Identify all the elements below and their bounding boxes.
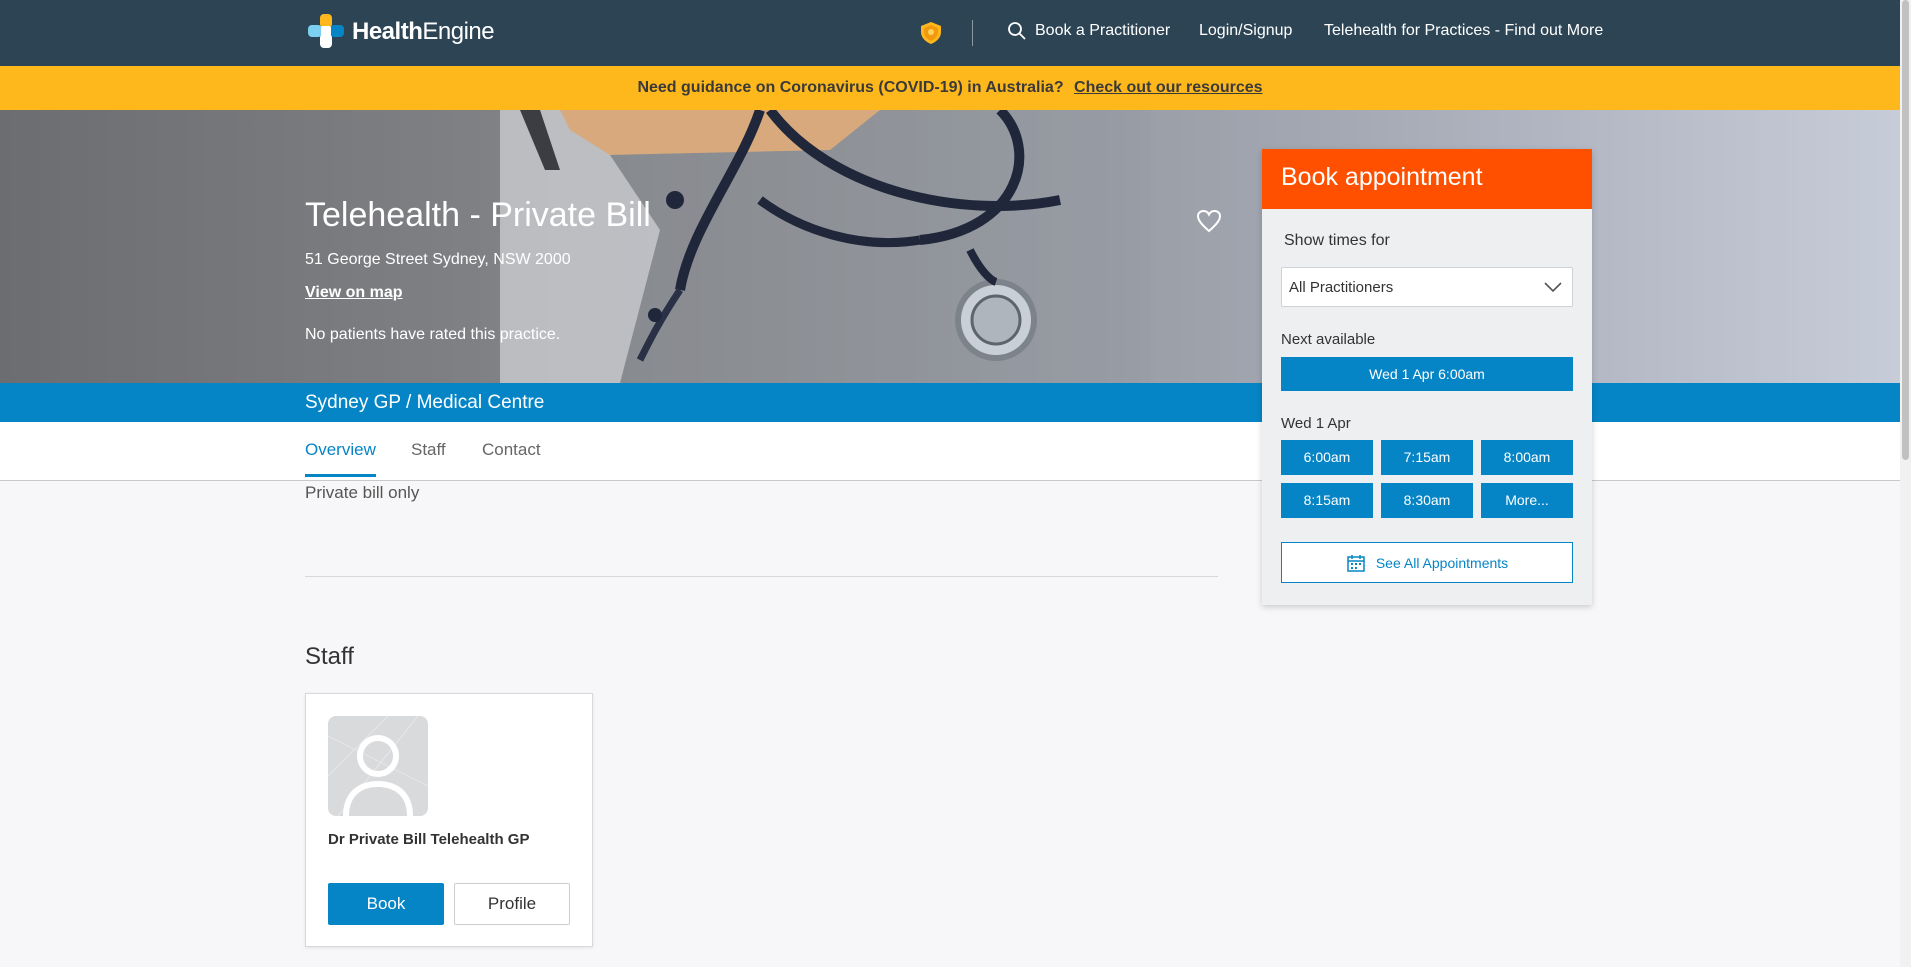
show-times-label: Show times for [1284,232,1390,249]
covid-resources-link[interactable]: Check out our resources [1074,79,1263,96]
practitioner-select-value: All Practitioners [1289,279,1394,296]
booking-widget: Book appointment Show times for All Prac… [1262,149,1592,605]
search-icon [1008,22,1026,40]
view-on-map-link[interactable]: View on map [305,284,403,302]
category-bar: Sydney GP / Medical Centre [0,383,1900,422]
billing-info: Private bill only [305,483,420,502]
book-practitioner-link[interactable]: Book a Practitioner [1007,21,1170,41]
avatar [328,716,428,816]
practitioner-select[interactable]: All Practitioners [1281,267,1573,307]
practice-hero: Telehealth - Private Bill 51 George Stre… [0,110,1900,383]
calendar-icon [1347,554,1365,572]
tab-staff[interactable]: Staff [411,440,446,474]
time-slot-button[interactable]: 8:00am [1481,440,1573,475]
staff-heading: Staff [305,643,354,670]
see-all-appointments-button[interactable]: See All Appointments [1281,542,1573,583]
book-practitioner-label: Book a Practitioner [1035,22,1171,39]
time-slot-button[interactable]: 8:30am [1381,483,1473,518]
section-divider [305,576,1218,577]
staff-name: Dr Private Bill Telehealth GP [328,831,530,848]
next-available-button[interactable]: Wed 1 Apr 6:00am [1281,357,1573,391]
favorite-heart-icon[interactable] [1196,209,1222,233]
nav-divider [972,20,973,46]
practice-category: Sydney GP / Medical Centre [305,392,545,413]
logo-icon [308,14,346,50]
more-times-button[interactable]: More... [1481,483,1573,518]
stethoscope-image [500,110,1150,383]
user-placeholder-icon [328,716,428,816]
page-scrollbar[interactable] [1900,0,1911,967]
booking-title: Book appointment [1262,149,1592,209]
top-nav: HealthEngine Book a Practitioner Login/S… [0,0,1900,66]
tab-contact[interactable]: Contact [482,440,541,474]
staff-profile-button[interactable]: Profile [454,883,570,925]
shield-icon[interactable] [918,20,944,46]
time-slot-button[interactable]: 8:15am [1281,483,1373,518]
date-label: Wed 1 Apr [1281,415,1351,432]
scrollbar-thumb[interactable] [1902,0,1909,460]
next-available-label: Next available [1281,331,1376,348]
practice-address: 51 George Street Sydney, NSW 2000 [305,251,571,268]
tab-overview[interactable]: Overview [305,440,376,477]
practice-name: Telehealth - Private Bill [305,196,651,234]
rating-text: No patients have rated this practice. [305,326,561,343]
staff-card: Dr Private Bill Telehealth GP Book Profi… [305,693,593,947]
telehealth-practices-link[interactable]: Telehealth for Practices - Find out More [1324,22,1603,40]
practice-tabs: Overview Staff Contact [0,422,1900,481]
covid-banner: Need guidance on Coronavirus (COVID-19) … [0,66,1900,110]
login-signup-link[interactable]: Login/Signup [1199,22,1292,40]
time-slot-button[interactable]: 7:15am [1381,440,1473,475]
chevron-down-icon [1544,282,1562,293]
time-slot-button[interactable]: 6:00am [1281,440,1373,475]
covid-banner-text: Need guidance on Coronavirus (COVID-19) … [637,79,1064,96]
brand-name: HealthEngine [352,18,495,45]
staff-book-button[interactable]: Book [328,883,444,925]
healthengine-logo[interactable]: HealthEngine [308,14,495,50]
see-all-label: See All Appointments [1375,554,1509,571]
